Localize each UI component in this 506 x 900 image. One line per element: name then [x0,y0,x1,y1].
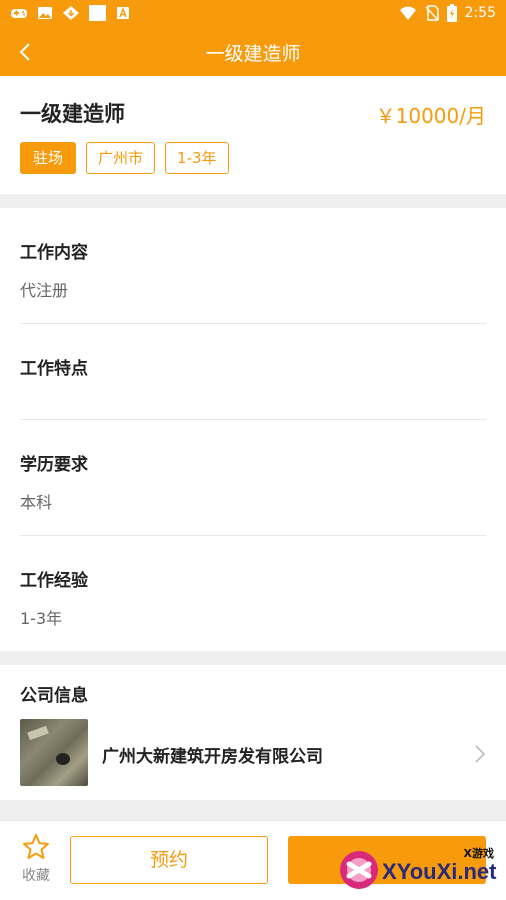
favorite-button[interactable]: 收藏 [14,833,58,885]
gamepad-icon [11,9,27,18]
company-card: 公司信息 广州大新建筑开房发有限公司 [0,665,506,800]
detail-value: 1-3年 [20,609,63,628]
salary: ￥10000/月 [375,104,486,128]
photo-detail [56,753,70,765]
wifi-icon [399,6,416,20]
battery-icon [446,4,457,22]
detail-row-features: 工作特点 [20,354,486,393]
reserve-button[interactable]: 预约 [70,836,268,884]
chevron-right-icon[interactable] [472,743,488,765]
clock-time: 2:55 [464,5,496,21]
watermark-en: XYouXi.net [382,859,497,884]
no-sim-icon [424,5,439,21]
divider [20,323,486,324]
detail-label: 工作经验 [20,571,88,591]
detail-label: 工作内容 [20,243,88,263]
detail-label: 工作特点 [20,359,88,379]
job-tags: 驻场 广州市 1-3年 [20,142,229,174]
company-section-title: 公司信息 [20,686,88,706]
detail-row-content: 工作内容 代注册 [20,238,486,301]
company-name[interactable]: 广州大新建筑开房发有限公司 [102,742,323,767]
image-icon [38,7,52,19]
detail-value: 本科 [20,493,53,512]
app-bar: 一级建造师 [0,28,506,76]
tag-experience: 1-3年 [165,142,229,174]
favorite-label: 收藏 [22,868,50,884]
photo-detail [27,725,49,741]
job-title: 一级建造师 [20,102,125,126]
company-photo[interactable] [20,719,88,786]
tag-location: 广州市 [86,142,156,174]
detail-value: 代注册 [20,281,69,300]
notification-icons [10,5,132,21]
detail-row-education: 学历要求 本科 [20,450,486,513]
download-icon [63,6,79,20]
job-summary-card: 一级建造师 ￥10000/月 驻场 广州市 1-3年 [0,76,506,194]
detail-row-experience: 工作经验 1-3年 [20,566,486,629]
status-bar: 2:55 [0,0,506,28]
square-icon [89,5,106,21]
job-details-card: 工作内容 代注册 工作特点 学历要求 本科 工作经验 1-3年 [0,208,506,651]
tag-work-type: 驻场 [20,142,77,174]
system-icons: 2:55 [399,4,496,22]
star-icon [23,834,49,859]
page-title: 一级建造师 [205,43,301,65]
divider [20,419,486,420]
gamepad-logo-icon [340,851,378,889]
font-icon [117,7,129,19]
detail-label: 学历要求 [20,455,88,475]
site-watermark: X游戏 XYouXi.net [336,843,506,897]
divider [20,535,486,536]
